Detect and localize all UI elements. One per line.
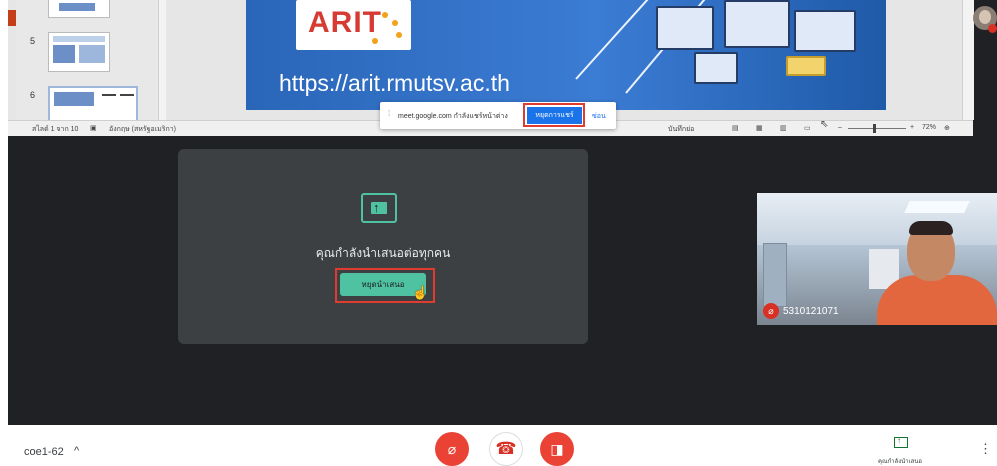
shared-powerpoint-window: 5 6 ARIT https://arit.rmutsv.ac.th สไลด์… <box>8 0 974 136</box>
device-illustration <box>794 10 856 52</box>
slide-thumbnail-image <box>48 32 110 72</box>
stop-sharing-button[interactable]: หยุดการแชร์ <box>527 107 582 124</box>
mic-off-icon: ⌀ <box>447 441 457 457</box>
normal-view-icon[interactable]: ▤ <box>732 124 739 132</box>
zoom-in-icon[interactable]: + <box>910 124 914 131</box>
reading-view-icon[interactable]: ▥ <box>780 124 787 132</box>
notes-button[interactable]: บันทึกย่อ <box>668 124 694 135</box>
slideshow-icon[interactable]: ▭ <box>804 124 811 132</box>
share-message: meet.google.com กำลังแชร์หน้าต่าง <box>398 113 508 120</box>
more-vert-icon[interactable]: ⋮ <box>979 441 992 457</box>
language-status[interactable]: อังกฤษ (สหรัฐอเมริกา) <box>109 124 176 135</box>
screen-share-notification-bar: ⁞ meet.google.com กำลังแชร์หน้าต่าง หยุด… <box>380 102 616 129</box>
slide-count-status: สไลด์ 1 จาก 10 <box>32 126 79 133</box>
notification-badge <box>988 24 997 33</box>
zoom-level: 72% <box>922 124 937 131</box>
hide-notification-link[interactable]: ซ่อน <box>592 111 606 122</box>
microphone-toggle-button[interactable]: ⌀ <box>435 432 469 466</box>
drag-handle-icon[interactable]: ⁞ <box>388 109 390 118</box>
leave-call-button[interactable]: ☎ <box>489 432 523 466</box>
presenting-message: คุณกำลังนำเสนอต่อทุกคน <box>315 246 451 260</box>
present-now-button[interactable]: ↑ คุณกำลังนำเสนอ <box>868 434 932 466</box>
app-tab-marker <box>8 10 16 26</box>
meeting-control-bar: coe1-62 ^ ⌀ ☎ ◨ ↑ คุณกำลังนำเสนอ ⋮ <box>0 425 997 466</box>
chevron-up-icon[interactable]: ^ <box>74 445 79 457</box>
device-illustration <box>786 56 826 76</box>
device-illustration <box>724 0 790 48</box>
slide-number: 5 <box>30 36 36 46</box>
slide-sorter-icon[interactable]: ▦ <box>756 124 763 132</box>
hand-cursor-icon: ☝ <box>412 285 429 300</box>
participant-name: 5310121071 <box>783 306 839 317</box>
slide-thumbnail-5[interactable]: 5 <box>16 32 166 72</box>
zoom-slider-knob[interactable] <box>873 124 876 133</box>
zoom-out-icon[interactable]: – <box>838 124 842 131</box>
participant-video-tile[interactable]: ⌀ 5310121071 <box>757 193 997 325</box>
camera-off-icon: ◨ <box>550 441 564 457</box>
zoom-slider[interactable] <box>848 128 906 129</box>
share-screen-icon: ↑ <box>894 436 908 448</box>
slide-number: 6 <box>30 90 36 100</box>
device-illustration <box>694 52 738 84</box>
participant-figure <box>877 275 997 325</box>
slide-url-text: https://arit.rmutsv.ac.th <box>279 70 510 96</box>
fit-to-window-icon[interactable]: ⊕ <box>944 124 950 132</box>
slide-thumbnail-pane[interactable]: 5 6 <box>16 0 166 126</box>
slide-thumbnail-partial[interactable] <box>16 0 166 36</box>
share-screen-icon: ↑ <box>361 193 397 223</box>
device-illustration <box>656 6 714 50</box>
arit-logo: ARIT <box>296 0 411 50</box>
meeting-code[interactable]: coe1-62 <box>24 446 64 458</box>
mouse-pointer-icon: ⇖ <box>820 119 829 130</box>
presenting-tile: ↑ คุณกำลังนำเสนอต่อทุกคน หยุดนำเสนอ ☝ <box>178 149 588 344</box>
meet-stage: 5 6 ARIT https://arit.rmutsv.ac.th สไลด์… <box>8 0 997 425</box>
camera-toggle-button[interactable]: ◨ <box>540 432 574 466</box>
current-slide: ARIT https://arit.rmutsv.ac.th <box>246 0 886 110</box>
mic-off-icon: ⌀ <box>763 303 779 319</box>
hang-up-icon: ☎ <box>495 439 517 458</box>
spelling-icon[interactable]: ▣ <box>90 124 97 132</box>
present-now-label: คุณกำลังนำเสนอ <box>877 459 923 465</box>
